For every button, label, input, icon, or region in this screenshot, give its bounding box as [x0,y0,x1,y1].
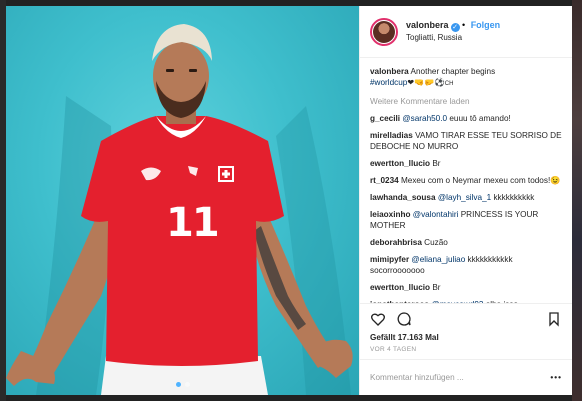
comment-item: lawhanda_sousa @layh_silva_1 kkkkkkkkkk [370,192,562,203]
comment-item: rt_0234 Mexeu com o Neymar mexeu com tod… [370,175,562,186]
mention-link[interactable]: @valontahiri [413,210,459,219]
avatar-image [373,20,395,43]
carousel-indicator [6,382,359,387]
comment-user[interactable]: ewertton_llucio [370,159,430,168]
comment-text: Br [432,283,441,292]
bookmark-icon[interactable] [546,311,562,327]
comment-item: leiaoxinho @valontahiri PRINCESS IS YOUR… [370,209,562,231]
comment-item: ewertton_llucio Br [370,282,562,293]
carousel-dot-active[interactable] [175,382,181,387]
comment-item: mirelladias VAMO TIRAR ESSE TEU SORRISO … [370,130,562,152]
caption-emoji: ❤🤜🤛⚽ [407,78,445,87]
comment-user[interactable]: mimipyfer [370,255,409,264]
mention-link[interactable]: @eliana_juliao [411,255,465,264]
caption-user[interactable]: valonbera [370,67,409,76]
comment-icon[interactable] [396,311,412,327]
mention-link[interactable]: @sarah50.0 [402,114,447,123]
timestamp: VOR 4 TAGEN [370,346,417,353]
comment-text: kkkkkkkkkk [491,193,535,202]
caption-text: Another chapter begins [410,67,496,76]
right-edge-feed [572,0,582,401]
heart-icon[interactable] [370,311,386,327]
comment-item: mimipyfer @eliana_juliao kkkkkkkkkkk soc… [370,254,562,276]
add-comment-bar: ••• [360,359,572,395]
location-link[interactable]: Togliatti, Russia [406,32,500,44]
comment-container: g_cecili @sarah50.0 euuu tô amando! mirel… [370,113,562,303]
more-options-icon[interactable]: ••• [550,373,562,382]
comment-user[interactable]: deborahbrisa [370,238,422,247]
comment-text: Cuzão [424,238,448,247]
jersey-number: 11 [166,200,220,246]
avatar[interactable] [370,17,398,46]
comments-panel: valonbera ✓ • Folgen Togliatti, Russia va… [359,6,572,395]
verified-icon: ✓ [450,23,460,32]
comment-item: ewertton_llucio Br [370,158,562,169]
comments-list[interactable]: valonbera Another chapter begins #worldc… [360,58,572,303]
comment-item: g_cecili @sarah50.0 euuu tô amando! [370,113,562,124]
carousel-dot[interactable] [184,382,190,387]
follow-button[interactable]: Folgen [471,20,501,30]
post-header: valonbera ✓ • Folgen Togliatti, Russia [360,6,572,58]
comment-text: euuu tô amando! [447,114,511,123]
hashtag-link[interactable]: #worldcup [370,78,407,87]
action-bar [360,303,572,333]
comment-user[interactable]: lawhanda_sousa [370,193,436,202]
comment-user[interactable]: g_cecili [370,114,400,123]
comment-user[interactable]: mirelladias [370,131,413,140]
comment-text: Br [432,159,441,168]
comment-user[interactable]: rt_0234 [370,176,399,185]
mention-link[interactable]: @layh_silva_1 [438,193,491,202]
caption: valonbera Another chapter begins #worldc… [370,66,562,90]
comment-user[interactable]: leiaoxinho [370,210,411,219]
post-modal: 11 valonbera ✓ • Folgen Togliatti, Russia… [6,6,572,395]
load-more-comments[interactable]: Weitere Kommentare laden [370,96,562,107]
comment-input[interactable] [370,373,551,382]
comment-item: deborahbrisa Cuzão [370,237,562,248]
username[interactable]: valonbera [406,20,449,30]
caption-suffix: CH [444,81,454,87]
header-text: valonbera ✓ • Folgen Togliatti, Russia [406,20,501,44]
post-photo[interactable]: 11 [6,6,359,395]
likes-count[interactable]: Gefällt 17.163 Mal [360,333,572,342]
comment-text: Mexeu com o Neymar mexeu com todos!😉 [400,176,561,185]
comment-user[interactable]: ewertton_llucio [370,283,430,292]
